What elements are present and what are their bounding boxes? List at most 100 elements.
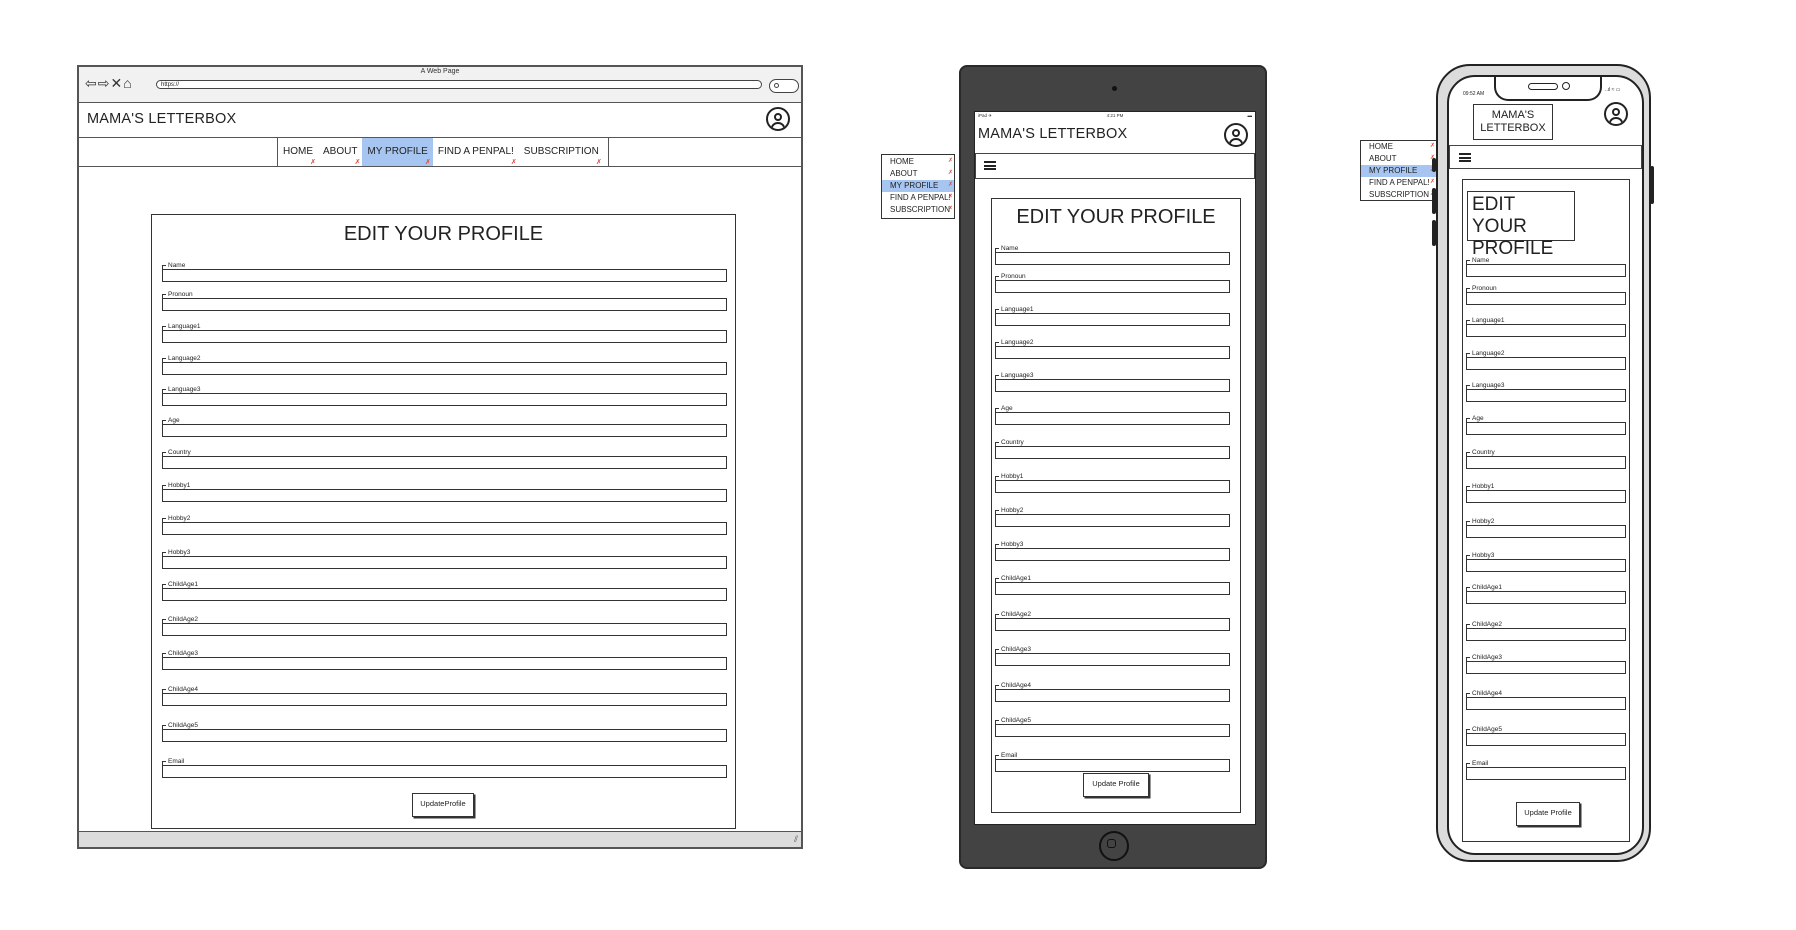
childage2-input[interactable] (162, 623, 727, 636)
language2-input[interactable] (162, 362, 727, 375)
hamburger-menu-icon[interactable] (1459, 153, 1471, 162)
childage3-input[interactable] (995, 653, 1230, 666)
update-profile-button[interactable]: Update Profile (1083, 773, 1149, 797)
menu-item-about[interactable]: ABOUT✗ (1361, 153, 1436, 165)
language1-input[interactable] (162, 330, 727, 343)
childage1-input[interactable] (995, 582, 1230, 595)
field-childage3: ChildAge3 (162, 650, 727, 670)
field-hobby1: Hobby1 (1466, 483, 1626, 503)
menu-item-about[interactable]: ABOUT✗ (882, 168, 954, 180)
hobby3-input[interactable] (995, 548, 1230, 561)
language1-input[interactable] (995, 313, 1230, 326)
age-input[interactable] (995, 412, 1230, 425)
menu-item-my-profile[interactable]: MY PROFILE✗ (1361, 165, 1436, 177)
menu-item-home[interactable]: HOME ✗ (882, 156, 954, 168)
nav-item-about[interactable]: ABOUT ✗ (318, 138, 362, 166)
field-language1: Language1 (162, 323, 727, 343)
field-label: Email (162, 758, 187, 768)
childage3-input[interactable] (162, 657, 727, 670)
hobby1-input[interactable] (162, 489, 727, 502)
hobby3-input[interactable] (1466, 559, 1626, 572)
language2-input[interactable] (995, 346, 1230, 359)
childage4-input[interactable] (1466, 697, 1626, 710)
menu-item-find-a-penpal[interactable]: FIND A PENPAL! ✗ (1361, 177, 1436, 189)
country-input[interactable] (995, 446, 1230, 459)
age-input[interactable] (162, 424, 727, 437)
field-label: ChildAge4 (995, 682, 1033, 692)
childage1-input[interactable] (162, 588, 727, 601)
language3-input[interactable] (995, 379, 1230, 392)
nav-item-my-profile[interactable]: MY PROFILE ✗ (362, 138, 433, 166)
field-childage5: ChildAge5 (995, 717, 1230, 737)
nav-item-subscription[interactable]: SUBSCRIPTION ✗ (519, 138, 604, 166)
resize-grip-icon[interactable]: ⫽ (794, 834, 798, 845)
name-input[interactable] (1466, 264, 1626, 277)
hobby3-input[interactable] (162, 556, 727, 569)
status-time: 09:52 AM (1463, 91, 1485, 97)
childage5-input[interactable] (1466, 733, 1626, 746)
language2-input[interactable] (1466, 357, 1626, 370)
hamburger-menu-icon[interactable] (984, 161, 996, 170)
browser-nav-buttons-icon[interactable]: ⇦⇨✕⌂ (85, 76, 133, 90)
pronoun-input[interactable] (1466, 292, 1626, 305)
country-input[interactable] (162, 456, 727, 469)
language3-input[interactable] (162, 393, 727, 406)
home-button-icon[interactable] (1099, 831, 1129, 861)
field-label: Pronoun (1466, 285, 1499, 295)
url-bar[interactable]: https:// (156, 80, 762, 89)
site-brand[interactable]: MAMA'S LETTERBOX (87, 111, 236, 127)
profile-avatar-icon[interactable] (1604, 102, 1628, 126)
name-input[interactable] (162, 269, 727, 282)
notch (1494, 77, 1602, 101)
menu-item-home[interactable]: HOME ✗ (1361, 141, 1436, 153)
hobby2-input[interactable] (162, 522, 727, 535)
field-label: Name (162, 262, 188, 272)
site-brand[interactable]: MAMA'S LETTERBOX (1473, 104, 1553, 140)
language1-input[interactable] (1466, 324, 1626, 337)
childage4-input[interactable] (162, 693, 727, 706)
update-profile-button[interactable]: UpdateProfile (412, 793, 474, 817)
profile-avatar-icon[interactable] (766, 107, 790, 131)
childage5-input[interactable] (162, 729, 727, 742)
pronoun-input[interactable] (995, 280, 1230, 293)
hobby1-input[interactable] (995, 480, 1230, 493)
email-input[interactable] (162, 765, 727, 778)
hobby2-input[interactable] (995, 514, 1230, 527)
childage3-input[interactable] (1466, 661, 1626, 674)
email-input[interactable] (1466, 767, 1626, 780)
childage4-input[interactable] (995, 689, 1230, 702)
site-brand[interactable]: MAMA'S LETTERBOX (978, 126, 1127, 142)
field-label: Hobby1 (1466, 483, 1497, 493)
field-label: Pronoun (162, 291, 195, 301)
menu-item-find-a-penpal[interactable]: FIND A PENPAL! ✗ (882, 192, 954, 204)
nav-item-find-a-penpal[interactable]: FIND A PENPAL! ✗ (433, 138, 519, 166)
top-nav: HOME ✗ ABOUT ✗ MY PROFILE ✗ FIND A PENPAL! ✗… (277, 137, 609, 167)
profile-avatar-icon[interactable] (1224, 123, 1248, 147)
age-input[interactable] (1466, 422, 1626, 435)
field-pronoun: Pronoun (1466, 285, 1626, 305)
field-email: Email (995, 752, 1230, 772)
field-label: Language3 (995, 372, 1036, 382)
name-input[interactable] (995, 252, 1230, 265)
childage2-input[interactable] (1466, 628, 1626, 641)
hobby1-input[interactable] (1466, 490, 1626, 503)
nav-item-home[interactable]: HOME ✗ (278, 138, 318, 166)
country-input[interactable] (1466, 456, 1626, 469)
hobby2-input[interactable] (1466, 525, 1626, 538)
search-icon[interactable] (769, 79, 799, 93)
edit-profile-form: EDIT YOUR PROFILE Name Pronoun Language1 La… (151, 214, 736, 829)
language3-input[interactable] (1466, 389, 1626, 402)
menu-item-subscription[interactable]: SUBSCRIPTION✗ (1361, 189, 1436, 201)
pronoun-input[interactable] (162, 298, 727, 311)
field-label: ChildAge5 (162, 722, 200, 732)
childage5-input[interactable] (995, 724, 1230, 737)
menu-item-subscription[interactable]: SUBSCRIPTION✗ (882, 204, 954, 216)
menu-item-my-profile[interactable]: MY PROFILE✗ (882, 180, 954, 192)
email-input[interactable] (995, 759, 1230, 772)
update-profile-button[interactable]: Update Profile (1516, 802, 1580, 826)
field-label: Email (995, 752, 1020, 762)
field-childage2: ChildAge2 (995, 611, 1230, 631)
childage1-input[interactable] (1466, 591, 1626, 604)
childage2-input[interactable] (995, 618, 1230, 631)
field-label: Country (1466, 449, 1497, 459)
